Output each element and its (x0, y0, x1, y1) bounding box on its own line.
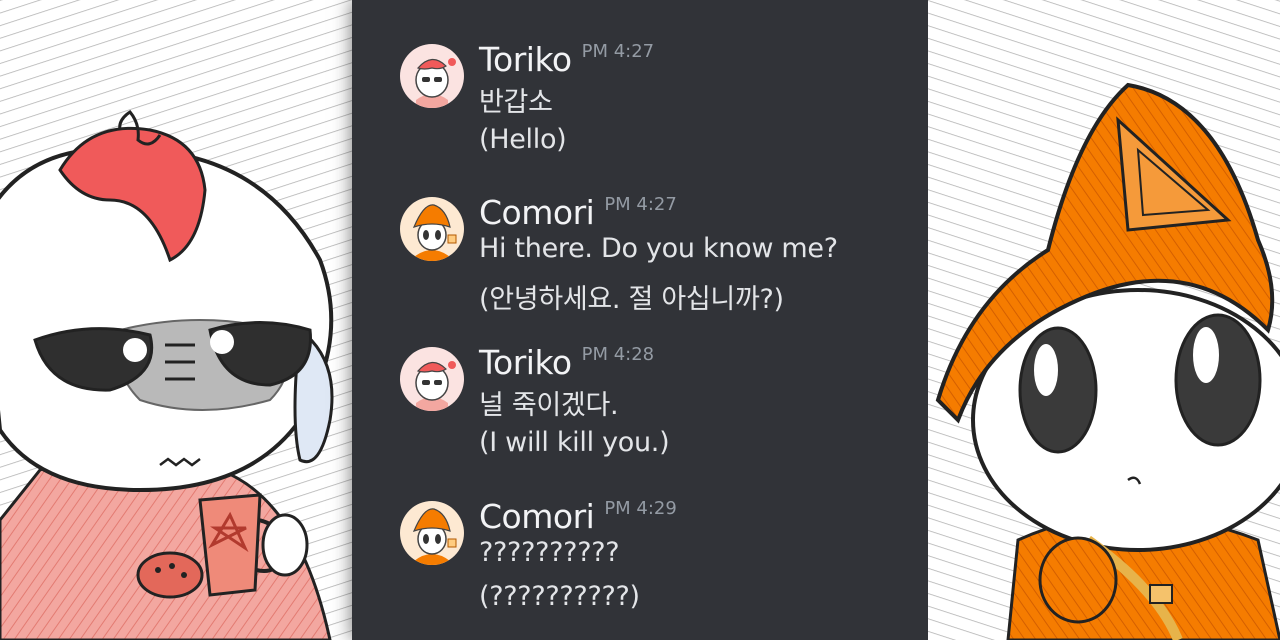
meme-stage: Toriko PM 4:27 반갑소 (Hello) Comori PM 4:27 (0, 0, 1280, 640)
message-timestamp: PM 4:27 (581, 41, 655, 62)
toriko-avatar-icon[interactable] (400, 347, 464, 411)
message-translation: (Hello) (479, 124, 567, 155)
chat-message: Toriko PM 4:28 널 죽이겠다. (I will kill you.) (400, 343, 900, 473)
message-timestamp: PM 4:28 (581, 344, 655, 365)
comori-avatar-icon[interactable] (400, 197, 464, 261)
chat-message: Toriko PM 4:27 반갑소 (Hello) (400, 40, 900, 170)
message-text: 반갑소 (479, 87, 553, 118)
toriko-illustration (0, 0, 352, 640)
chat-message: Comori PM 4:29 ?????????? (??????????) (400, 497, 900, 627)
message-timestamp: PM 4:29 (604, 498, 677, 519)
chat-message: Comori PM 4:27 Hi there. Do you know me? … (400, 193, 900, 323)
message-author[interactable]: Comori (479, 497, 595, 536)
message-translation: (안녕하세요. 절 아십니까?) (479, 284, 784, 315)
chat-panel: Toriko PM 4:27 반갑소 (Hello) Comori PM 4:27 (352, 0, 928, 640)
message-author[interactable]: Toriko (479, 40, 572, 79)
comori-avatar-icon[interactable] (400, 501, 464, 565)
toriko-avatar-icon[interactable] (400, 44, 464, 108)
message-timestamp: PM 4:27 (604, 194, 677, 215)
message-text: ?????????? (479, 537, 620, 568)
message-text: 널 죽이겠다. (479, 390, 619, 421)
message-text: Hi there. Do you know me? (479, 233, 838, 264)
message-author[interactable]: Comori (479, 193, 595, 232)
comori-illustration (928, 0, 1280, 640)
message-translation: (I will kill you.) (479, 427, 670, 458)
message-translation: (??????????) (479, 581, 640, 612)
message-author[interactable]: Toriko (479, 343, 572, 382)
